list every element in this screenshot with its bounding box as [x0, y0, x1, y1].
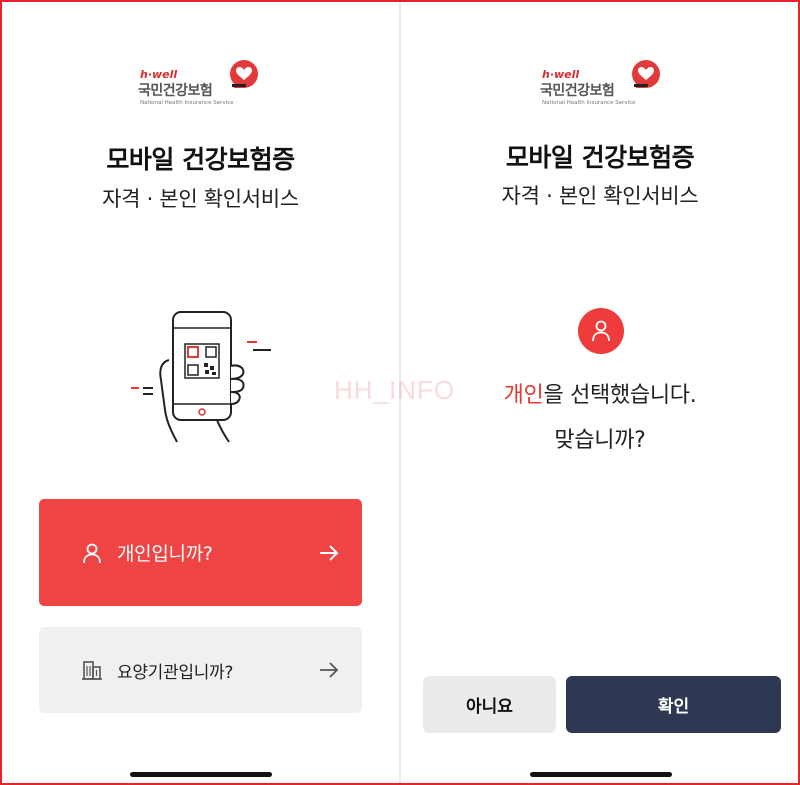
- phone-in-hand-icon: [131, 311, 271, 443]
- confirm-question: 맞습니까?: [554, 428, 646, 453]
- logo-name-ko: 국민건강보험: [540, 83, 615, 99]
- institution-option-button[interactable]: 요양기관입니까?: [39, 627, 362, 713]
- confirm-message-rest: 을 선택했습니다.: [543, 383, 697, 408]
- arrow-right-icon: [318, 661, 340, 679]
- page-title: 모바일 건강보험증: [505, 143, 695, 172]
- logo-mark-base: [232, 84, 246, 87]
- logo-name-ko: 국민건강보험: [138, 83, 213, 99]
- nhis-logo: h·well 국민건강보험 National Health Insurance …: [540, 58, 664, 112]
- page-title: 모바일 건강보험증: [106, 145, 295, 174]
- institution-option-label: 요양기관입니까?: [117, 662, 234, 683]
- home-indicator[interactable]: [130, 772, 272, 777]
- person-icon: [578, 308, 624, 354]
- page-subtitle: 자격 · 본인 확인서비스: [501, 184, 699, 208]
- page-subtitle: 자격 · 본인 확인서비스: [102, 187, 299, 211]
- confirm-message: 개인을 선택했습니다.: [402, 377, 798, 409]
- logo-name-en: National Health Insurance Service: [140, 100, 234, 106]
- phone-qr-illustration: [125, 300, 275, 450]
- building-icon: [81, 659, 103, 681]
- logo-mark-base: [634, 84, 648, 87]
- home-indicator[interactable]: [530, 772, 672, 777]
- arrow-right-icon: [318, 544, 340, 562]
- logo-name-en: National Health Insurance Service: [542, 100, 636, 106]
- personal-option-button[interactable]: 개인입니까?: [39, 499, 362, 606]
- personal-option-label: 개인입니까?: [117, 543, 213, 565]
- person-icon: [81, 542, 103, 564]
- confirm-button[interactable]: 확인: [566, 676, 781, 733]
- watermark: HH_INFO: [334, 375, 456, 405]
- no-button[interactable]: 아니요: [423, 676, 556, 733]
- nhis-logo: h·well 국민건강보험 National Health Insurance …: [138, 58, 262, 112]
- selected-type-highlight: 개인: [503, 383, 544, 408]
- right-screen: h·well 국민건강보험 National Health Insurance …: [402, 0, 798, 785]
